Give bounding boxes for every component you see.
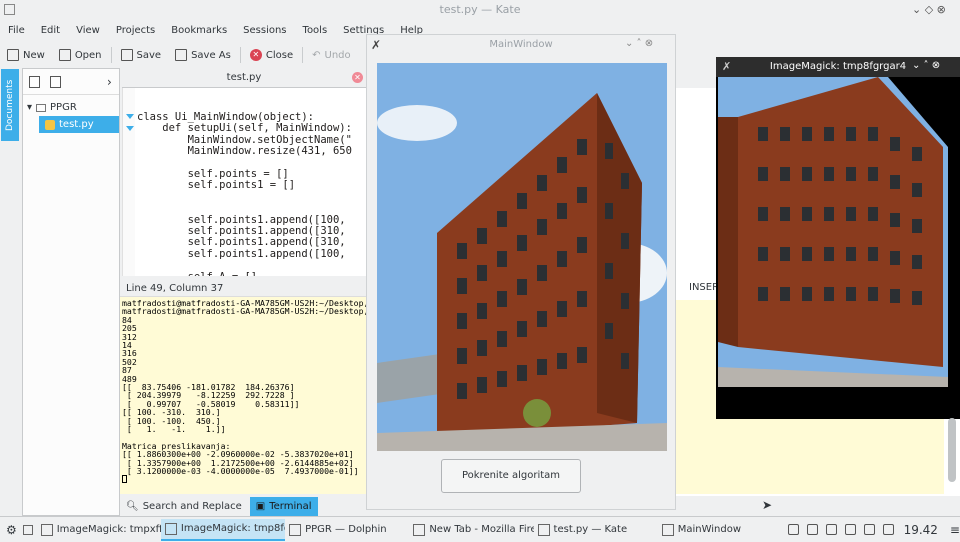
terminal-panel[interactable]: matfradosti@matfradosti-GA-MA785GM-US2H:…: [120, 296, 366, 494]
mainwindow-dialog: ✗ MainWindow ⌄ ˄ ⊗ Pokrenite algoritam: [366, 34, 676, 510]
terminal-line: [ 3.1200000e-03 -4.0000000e-05 7.4937000…: [122, 466, 359, 476]
toolbar-separator: [302, 47, 304, 63]
window-controls[interactable]: ⌄ ◇ ⊗: [912, 3, 946, 16]
open-folder-icon[interactable]: [50, 75, 61, 88]
firefox-icon: [413, 523, 426, 536]
imagemagick-window: ImageMagick: tmp8fgrgar4 ✗ ⌄ ˄ ⊗: [716, 57, 960, 419]
dolphin-icon: [289, 523, 302, 536]
terminal-cursor: [122, 475, 127, 485]
tree-file-test-py[interactable]: test.py: [39, 116, 119, 133]
code-line: self.A = []: [137, 271, 258, 276]
fold-marker-icon[interactable]: [126, 114, 134, 119]
task-imagemagick-2[interactable]: ImageMagick: tmp8fgr...: [160, 518, 286, 541]
terminal-line: [ 1. -1. 1.]]: [122, 424, 226, 434]
new-file-icon[interactable]: [29, 75, 40, 88]
mainwindow-controls[interactable]: ⌄ ˄ ⊗: [625, 38, 653, 49]
menu-file[interactable]: File: [0, 22, 33, 40]
imagemagick-icon: [164, 522, 177, 535]
menubar: File Edit View Projects Bookmarks Sessio…: [0, 22, 423, 40]
code-line: MainWindow.resize(431, 650: [137, 145, 352, 158]
editor-tab-test-py[interactable]: test.py: [122, 68, 366, 88]
folder-open-icon: [58, 49, 71, 61]
close-icon: ✕: [249, 49, 262, 61]
menu-sessions[interactable]: Sessions: [235, 22, 294, 40]
documents-panel: › ▾ PPGR test.py: [22, 68, 120, 516]
new-button[interactable]: New: [0, 44, 52, 66]
imagemagick-controls[interactable]: ⌄ ˄ ⊗: [912, 60, 940, 71]
imagemagick-app-icon: ✗: [722, 60, 732, 73]
undo-button[interactable]: ↶ Undo: [305, 44, 358, 66]
user-icon[interactable]: [787, 524, 799, 535]
menu-projects[interactable]: Projects: [108, 22, 163, 40]
code-editor[interactable]: class Ui_MainWindow(object): def setupUi…: [122, 88, 366, 276]
tray-expand-icon[interactable]: [882, 524, 894, 535]
save-icon: [120, 49, 133, 61]
close-button[interactable]: ✕ Close: [243, 44, 300, 66]
open-button[interactable]: Open: [52, 44, 109, 66]
documents-side-tab[interactable]: Documents: [1, 69, 19, 141]
mouse-pointer-icon: ➤: [762, 498, 773, 512]
show-desktop-icon[interactable]: [22, 524, 33, 535]
folder-icon: [36, 103, 47, 112]
clipboard-icon[interactable]: [806, 524, 818, 535]
task-dolphin[interactable]: PPGR — Dolphin: [285, 519, 409, 541]
toolbar-separator: [110, 47, 112, 63]
cursor-position: Line 49, Column 37: [126, 283, 224, 294]
panel-toolbar: ›: [23, 69, 119, 95]
building-image: [377, 63, 667, 451]
terminal-tab[interactable]: ▣ Terminal: [249, 496, 318, 516]
code-line: self.points1 = []: [137, 179, 296, 192]
code-line: self.points1.append([100,: [137, 247, 346, 260]
building-photo: [377, 63, 667, 451]
new-document-icon: [7, 49, 19, 61]
application-launcher-icon[interactable]: ⚙: [6, 523, 17, 537]
tab-close-icon[interactable]: ✕: [352, 72, 363, 83]
menu-bookmarks[interactable]: Bookmarks: [163, 22, 235, 40]
transformed-building-image: [718, 77, 958, 417]
volume-icon[interactable]: [825, 524, 837, 535]
search-icon: 🔍︎: [126, 500, 139, 512]
menu-tools[interactable]: Tools: [295, 22, 336, 40]
kate-window-title: test.py — Kate: [0, 0, 960, 20]
save-as-button[interactable]: Save As: [168, 44, 238, 66]
network-icon[interactable]: [844, 524, 856, 535]
python-file-icon: [45, 119, 55, 130]
tree-folder-ppgr[interactable]: ▾ PPGR: [23, 99, 119, 116]
save-button[interactable]: Save: [114, 44, 169, 66]
main-toolbar: New Open Save Save As ✕ Close ↶ Undo: [0, 44, 380, 66]
undo-icon: ↶: [312, 49, 321, 61]
toolbar-separator: [239, 47, 241, 63]
panel-menu-icon[interactable]: ≡: [950, 523, 960, 537]
terminal-line: matfradosti@matfradosti-GA-MA785GM-US2H:…: [122, 306, 366, 317]
chevron-down-icon: ▾: [27, 102, 33, 113]
fold-marker-icon[interactable]: [126, 126, 134, 131]
imagemagick-icon: [40, 523, 53, 536]
transformed-image: [718, 77, 958, 417]
terminal-icon: ▣: [255, 500, 266, 512]
kate-app-icon: [4, 4, 15, 15]
bottom-tool-tabs: 🔍︎ Search and Replace ▣ Terminal: [120, 496, 366, 516]
vertical-scrollbar[interactable]: [948, 418, 956, 482]
search-replace-tab[interactable]: 🔍︎ Search and Replace: [120, 497, 248, 516]
chevron-right-icon[interactable]: ›: [107, 75, 112, 89]
task-kate[interactable]: test.py — Kate: [534, 519, 658, 541]
task-firefox[interactable]: New Tab - Mozilla Firefox: [409, 519, 534, 541]
save-as-icon: [175, 49, 188, 61]
task-mainwindow[interactable]: MainWindow: [658, 519, 782, 541]
x-app-icon: [661, 523, 674, 536]
menu-edit[interactable]: Edit: [33, 22, 68, 40]
taskbar: ⚙ ImageMagick: tmpxffo... ImageMagick: t…: [0, 516, 960, 542]
task-imagemagick-1[interactable]: ImageMagick: tmpxffo...: [37, 519, 161, 541]
updates-icon[interactable]: [863, 524, 875, 535]
menu-view[interactable]: View: [68, 22, 108, 40]
kate-icon: [537, 523, 550, 536]
clock[interactable]: 19.42: [904, 523, 938, 537]
run-algorithm-button[interactable]: Pokrenite algoritam: [441, 459, 581, 493]
